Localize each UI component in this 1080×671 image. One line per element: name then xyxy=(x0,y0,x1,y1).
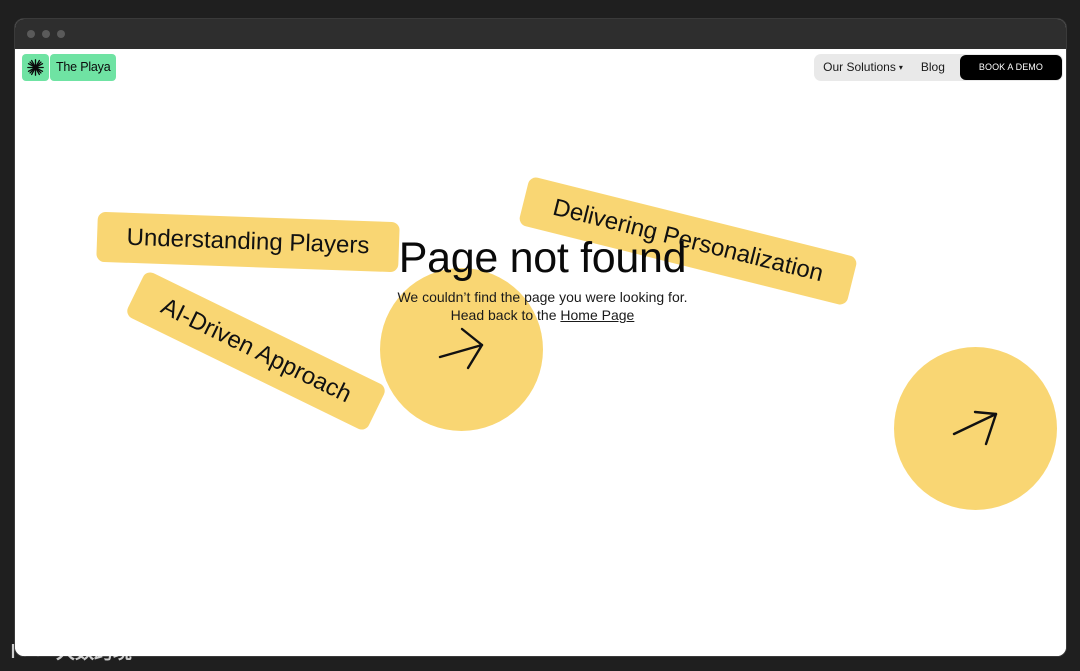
window-control-dot[interactable] xyxy=(27,30,35,38)
home-page-link[interactable]: Home Page xyxy=(560,307,634,323)
page-title: Page not found xyxy=(398,234,687,282)
watermark: 大数跨境 xyxy=(10,636,132,664)
nav-our-solutions-label: Our Solutions xyxy=(823,60,896,74)
arrow-up-right-icon xyxy=(434,319,490,380)
window-control-dot[interactable] xyxy=(57,30,65,38)
error-back-prefix: Head back to the xyxy=(450,307,557,323)
chevron-down-icon: ▾ xyxy=(898,63,903,72)
brand-name: The Playa xyxy=(50,54,117,81)
top-nav: Our Solutions ▾ Blog BOOK A DEMO xyxy=(814,54,1063,81)
starburst-icon xyxy=(22,54,49,81)
nav-blog[interactable]: Blog xyxy=(912,54,954,81)
window-titlebar xyxy=(15,19,1066,49)
watermark-logo-icon xyxy=(10,638,50,662)
watermark-text: 大数跨境 xyxy=(56,641,133,663)
browser-window: The Playa Our Solutions ▾ Blog BOOK A DE… xyxy=(14,18,1067,657)
window-control-dot[interactable] xyxy=(42,30,50,38)
page-content: The Playa Our Solutions ▾ Blog BOOK A DE… xyxy=(15,49,1066,656)
arrow-up-right-icon xyxy=(948,398,1004,459)
error-back-line: Head back to the Home Page xyxy=(15,306,1066,324)
brand-logo[interactable]: The Playa xyxy=(22,54,117,81)
book-a-demo-button[interactable]: BOOK A DEMO xyxy=(959,55,1062,80)
error-description: We couldn’t find the page you were looki… xyxy=(397,289,688,305)
arrow-circle-right[interactable] xyxy=(894,347,1057,510)
nav-our-solutions[interactable]: Our Solutions ▾ xyxy=(814,54,912,81)
error-message: We couldn’t find the page you were looki… xyxy=(15,288,1066,324)
